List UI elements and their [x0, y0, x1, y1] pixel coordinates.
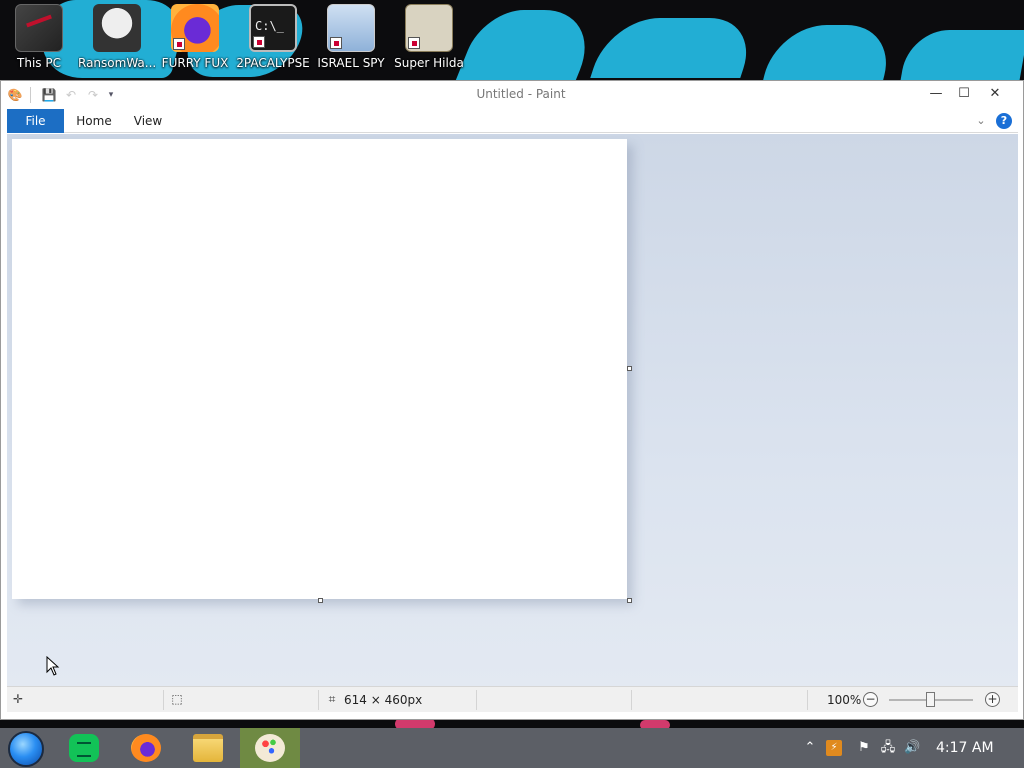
close-button[interactable]: ✕ [980, 81, 1010, 108]
desktop-icon-super-hilda[interactable]: Super Hilda [390, 4, 468, 70]
canvas-workspace[interactable] [7, 134, 1018, 686]
wallpaper-stroke [590, 18, 760, 78]
firefox-icon [131, 734, 161, 762]
wallpaper-stroke [455, 10, 605, 80]
mouse-cursor-icon [46, 656, 60, 676]
wallpaper-stroke [763, 25, 897, 80]
network-icon[interactable]: 🖧 [880, 740, 896, 756]
chevron-up-icon[interactable]: ⌃ [802, 740, 818, 756]
taskbar-app-file-explorer[interactable] [178, 728, 238, 768]
desktop-icon-label: RansomWa... [78, 56, 156, 70]
maximize-button[interactable]: ☐ [949, 81, 979, 108]
status-divider [631, 690, 632, 710]
notes-icon [69, 734, 99, 762]
ribbon-tabs: File Home View ⌄ ? [7, 109, 1018, 133]
status-divider [318, 690, 319, 710]
image-size-text: 614 × 460px [344, 693, 423, 707]
desktop-icon-label: This PC [17, 56, 61, 70]
tray-app-icon[interactable]: ⚡ [826, 740, 842, 756]
shortcut-arrow-icon [408, 37, 420, 49]
desktop-icon-furry-fux[interactable]: FURRY FUX [156, 4, 234, 70]
selection-size-icon: ⬚ [171, 692, 183, 706]
desktop-icon-ransomware[interactable]: RansomWa... [78, 4, 156, 70]
help-icon[interactable]: ? [996, 113, 1012, 129]
status-divider [163, 690, 164, 710]
paint-icon [255, 734, 285, 762]
status-divider [807, 690, 808, 710]
flag-icon[interactable]: ⚑ [856, 740, 872, 756]
skull-app-icon [93, 4, 141, 52]
zoom-in-button[interactable]: + [985, 692, 1000, 707]
zoom-out-button[interactable]: − [863, 692, 878, 707]
taskbar-app-notes[interactable] [54, 728, 114, 768]
window-title: Untitled - Paint [476, 87, 566, 101]
status-divider [476, 690, 477, 710]
desktop-icon-this-pc[interactable]: This PC [0, 4, 78, 70]
desktop-icon-2pacalypse[interactable]: C:\_ 2PACALYPSE [234, 4, 312, 70]
tab-home[interactable]: Home [69, 109, 119, 133]
folder-icon [193, 734, 223, 762]
minimize-button[interactable]: — [921, 81, 951, 108]
taskbar-app-firefox[interactable] [116, 728, 176, 768]
desktop-icon-label: 2PACALYPSE [236, 56, 310, 70]
zoom-level-text: 100% [827, 693, 862, 707]
shortcut-arrow-icon [173, 38, 185, 50]
tab-file[interactable]: File [7, 109, 64, 133]
chevron-down-icon[interactable]: ⌄ [973, 113, 989, 129]
hilda-icon [405, 4, 453, 52]
network-icon [327, 4, 375, 52]
paint-window: 🎨 💾 ↶ ↷ ▾ Untitled - Paint — ☐ ✕ File Ho… [0, 80, 1024, 720]
desktop-icon-label: FURRY FUX [161, 56, 229, 70]
cmd-icon: C:\_ [249, 4, 297, 52]
wallpaper-stroke [900, 30, 1024, 80]
resize-handle-corner[interactable] [627, 598, 632, 603]
tab-view[interactable]: View [123, 109, 173, 133]
shortcut-arrow-icon [253, 36, 265, 48]
taskbar: ⌃ ⚡ ⚑ 🖧 🔊 4:17 AM [0, 728, 1024, 768]
resize-handle-right[interactable] [627, 366, 632, 371]
this-pc-icon [15, 4, 63, 52]
resize-handle-bottom[interactable] [318, 598, 323, 603]
desktop-icon-label: Super Hilda [394, 56, 464, 70]
firefox-icon [171, 4, 219, 52]
zoom-slider-thumb[interactable] [926, 692, 935, 707]
image-size-icon: ⌗ [328, 692, 336, 706]
cursor-position-icon: ✛ [12, 692, 24, 706]
clock[interactable]: 4:17 AM [936, 740, 994, 756]
drawing-canvas[interactable] [12, 139, 627, 599]
status-bar: ✛ ⬚ ⌗ 614 × 460px 100% − + [7, 686, 1018, 712]
volume-icon[interactable]: 🔊 [904, 740, 920, 756]
taskbar-app-paint[interactable] [240, 728, 300, 768]
title-bar[interactable]: 🎨 💾 ↶ ↷ ▾ Untitled - Paint — ☐ ✕ [1, 81, 1023, 108]
desktop-icon-israel-spy[interactable]: ISRAEL SPY [312, 4, 390, 70]
desktop-icon-label: ISRAEL SPY [317, 56, 385, 70]
shortcut-arrow-icon [330, 37, 342, 49]
start-button[interactable] [8, 731, 44, 767]
